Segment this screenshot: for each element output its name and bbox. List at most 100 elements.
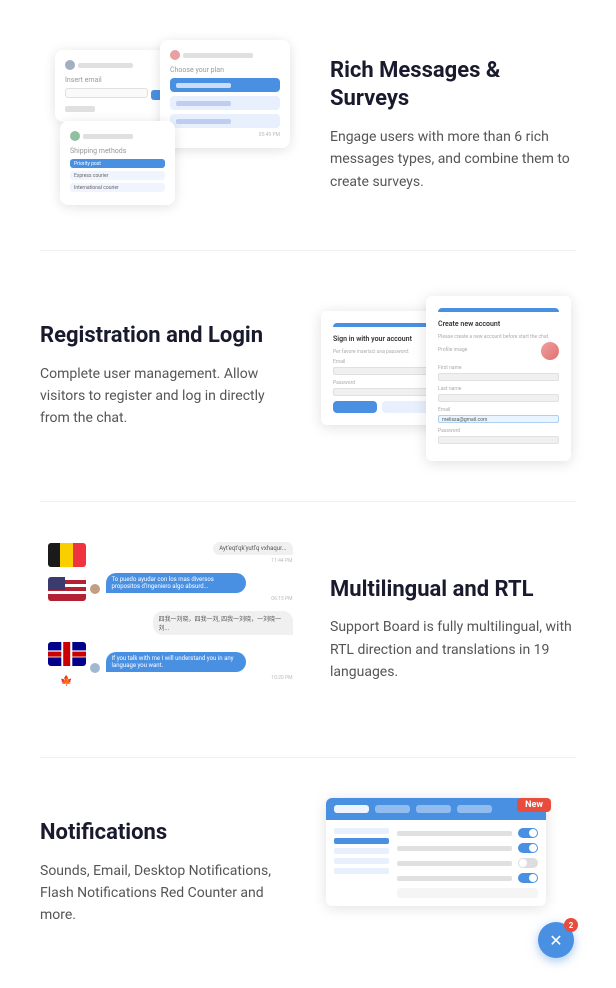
create-hint: Please create a new account before start… [438, 334, 559, 340]
platinum-plan-text [176, 119, 231, 124]
sidebar-item-1 [334, 828, 389, 834]
bubble-english: If you talk with me I will understand yo… [106, 652, 246, 672]
toggle-label-4 [397, 876, 512, 881]
create-title: Create new account [438, 320, 559, 328]
profile-pic-mock [541, 342, 559, 360]
reply-bar [65, 106, 95, 112]
basic-plan-text [176, 83, 231, 88]
tab-settings-mock [334, 805, 369, 813]
password-label-2: Password [438, 428, 559, 434]
notifications-content: Notifications Sounds, Email, Desktop Not… [40, 819, 286, 927]
rich-messages-section: Insert email Choose your plan [0, 0, 616, 250]
rich-messages-description: Engage users with more than 6 rich messa… [330, 126, 576, 193]
multilingual-description: Support Board is fully multilingual, wit… [330, 616, 576, 683]
usa-flag [48, 577, 86, 601]
sidebar-item-2 [334, 838, 389, 844]
email-input-2: melissa@gmail.com [438, 415, 559, 423]
first-name-input [438, 373, 559, 381]
tab-widget-mock [457, 805, 492, 813]
toggle-row-3 [397, 858, 538, 868]
multilingual-mock: Ayt'eqt'qk'yutl'q vxhaqur... 11:44 PM [48, 542, 293, 717]
rich-messages-image: Insert email Choose your plan [40, 40, 300, 210]
flag-row-2: To puedo ayudar con los mas diversos pro… [48, 573, 293, 605]
sidebar-item-4 [334, 858, 389, 864]
last-name-input [438, 394, 559, 402]
shipping-card: Shipping methods Priority post Express c… [60, 121, 175, 205]
multilingual-title: Multilingual and RTL [330, 576, 576, 605]
plan-label: Choose your plan [170, 66, 280, 74]
tab-chat-mock [416, 805, 451, 813]
chat-area-4: If you talk with me I will understand yo… [90, 652, 293, 684]
registration-description: Complete user management. Allow visitors… [40, 363, 286, 430]
profile-row: Profile image [438, 342, 559, 360]
bubble-chinese: 四我一刘晓，四我一刘, 四我一刘晓，一刘晓一刘... [153, 611, 293, 635]
email-label: Insert email [65, 76, 165, 84]
timestamp-4: 10:20 PM [90, 675, 293, 681]
registration-title: Registration and Login [40, 322, 286, 351]
toggle-2 [518, 843, 538, 853]
chat-row-chinese: 四我一刘晓，四我一刘, 四我一刘晓，一刘晓一刘... [92, 611, 293, 636]
flag-row-4: 🍁 If you talk with me I will understand … [48, 642, 293, 693]
notif-body [326, 820, 546, 906]
plan-select-card: Choose your plan 05:49 PM [160, 40, 290, 148]
timestamp-1: 11:44 PM [90, 558, 293, 564]
registration-section: Sign in with your account Per favore ins… [0, 251, 616, 501]
avatar-small-3 [70, 131, 80, 141]
toggle-3 [518, 858, 538, 868]
chat-area-1: Ayt'eqt'qk'yutl'q vxhaqur... 11:44 PM [90, 542, 293, 567]
notif-sidebar [334, 828, 389, 898]
basic-plan [170, 78, 280, 92]
avatar-small-2 [170, 50, 180, 60]
premium-plan-text [176, 101, 231, 106]
multilingual-section: Ayt'eqt'qk'yutl'q vxhaqur... 11:44 PM [0, 502, 616, 757]
toggle-label-3 [397, 861, 512, 866]
card-title-bar [78, 63, 133, 68]
rich-messages-title: Rich Messages & Surveys [330, 57, 576, 114]
chat-row-right-1: Ayt'eqt'qk'yutl'q vxhaqur... [90, 542, 293, 556]
canada-flag: 🍁 [48, 669, 86, 693]
notifications-title: Notifications [40, 819, 286, 848]
express-courier: Express courier [70, 171, 165, 180]
flags-col: 🍁 [48, 642, 86, 693]
ship-title-bar [83, 134, 133, 139]
timestamp-2: 06:15 PM [90, 596, 293, 602]
notif-header [326, 798, 546, 820]
sidebar-item-3 [334, 848, 389, 854]
chat-widget-button[interactable]: ✕ 2 [538, 922, 574, 958]
toggle-row-1 [397, 828, 538, 838]
notifications-mock: New [326, 798, 566, 948]
belgium-flag [48, 543, 86, 567]
email-label-2: Email [438, 407, 559, 413]
chinese-row: 四我一刘晓，四我一刘, 四我一刘晓，一刘晓一刘... [48, 611, 293, 636]
sidebar-item-5 [334, 868, 389, 874]
shipping-label: Shipping methods [70, 147, 165, 155]
flag-row-1: Ayt'eqt'qk'yutl'q vxhaqur... 11:44 PM [48, 542, 293, 567]
notifications-card [326, 798, 546, 906]
notif-toggles [397, 828, 538, 898]
toggle-row-4 [397, 873, 538, 883]
notifications-description: Sounds, Email, Desktop Notifications, Fl… [40, 860, 286, 927]
toggle-label-2 [397, 846, 512, 851]
password-input-2 [438, 436, 559, 444]
new-badge: New [517, 798, 551, 812]
notifications-image: New [316, 798, 576, 948]
signin-button-mock [333, 401, 377, 413]
time-stamp: 05:49 PM [170, 132, 280, 138]
intl-courier: International courier [70, 183, 165, 192]
multilingual-content: Multilingual and RTL Support Board is fu… [330, 576, 576, 684]
first-name-label: First name [438, 365, 559, 371]
email-form-card: Insert email [55, 50, 175, 122]
email-input-bar [65, 88, 148, 98]
chat-row-left-2: To puedo ayudar con los mas diversos pro… [90, 573, 293, 594]
blue-accent-bar-2 [438, 308, 559, 312]
toggle-row-2 [397, 843, 538, 853]
toggle-4 [518, 873, 538, 883]
avatar-2 [90, 584, 100, 594]
premium-plan [170, 96, 280, 110]
chat-row-english: If you talk with me I will understand yo… [90, 652, 293, 673]
chat-icon: ✕ [549, 931, 562, 950]
australia-flag [48, 642, 86, 666]
priority-post: Priority post [70, 159, 165, 168]
notif-extra-row [397, 888, 538, 898]
last-name-label: Last name [438, 386, 559, 392]
